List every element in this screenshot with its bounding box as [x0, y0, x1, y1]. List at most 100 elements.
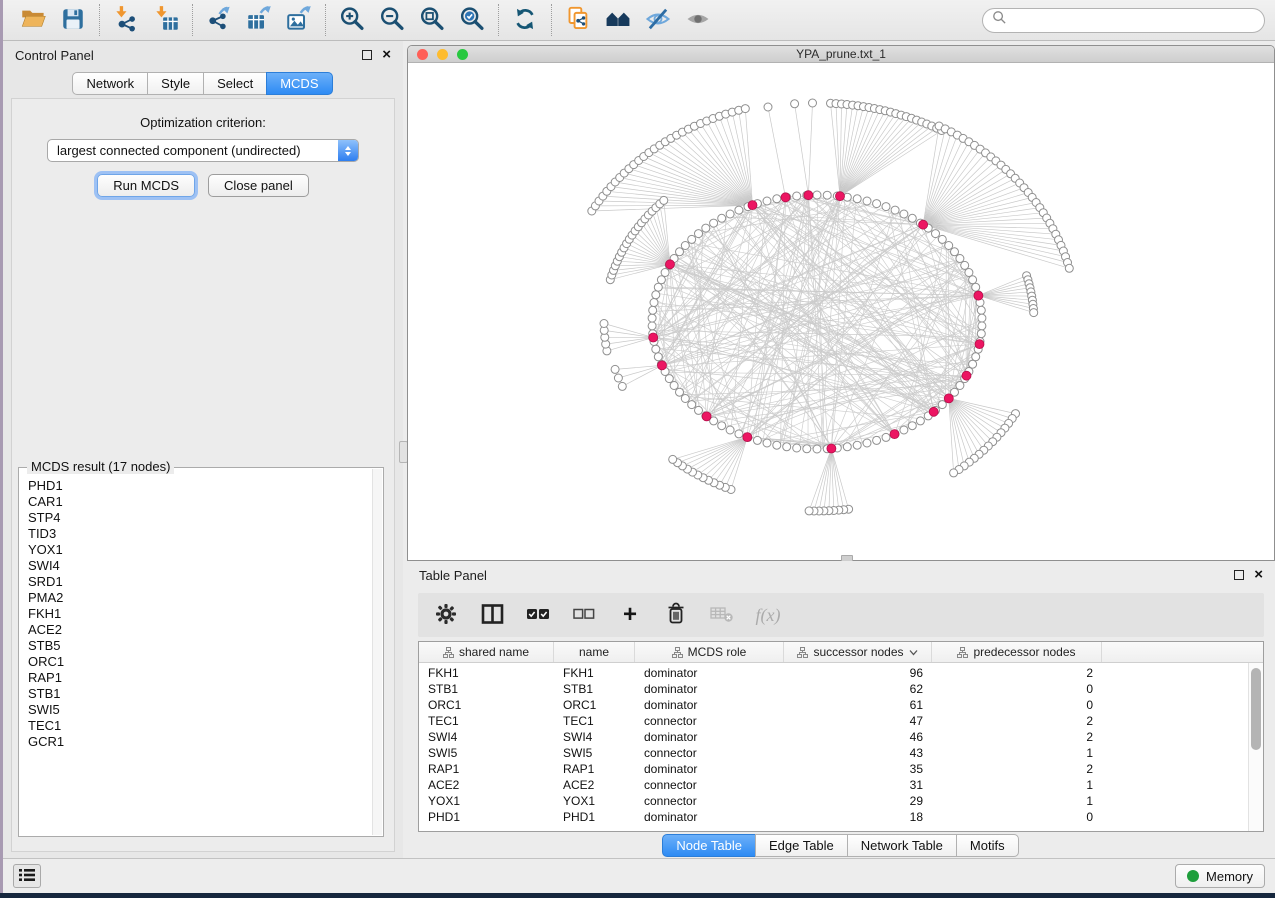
open-file-button[interactable]: [13, 3, 53, 37]
mcds-node-item[interactable]: ACE2: [20, 622, 372, 638]
cell-predecessor-nodes: 0: [932, 698, 1102, 712]
import-table-button[interactable]: [146, 3, 186, 37]
table-row[interactable]: YOX1YOX1connector291: [419, 793, 1248, 809]
table-row[interactable]: STB1STB1dominator620: [419, 681, 1248, 697]
table-scrollbar-thumb[interactable]: [1251, 668, 1261, 750]
table-row[interactable]: TEC1TEC1connector472: [419, 713, 1248, 729]
zoom-out-button[interactable]: [372, 3, 412, 37]
mcds-node-item[interactable]: TEC1: [20, 718, 372, 734]
delete-column-button[interactable]: [663, 602, 689, 628]
tab-network-table[interactable]: Network Table: [847, 834, 957, 857]
table-row[interactable]: SWI4SWI4dominator462: [419, 729, 1248, 745]
columns-icon: [481, 603, 504, 628]
import-table-icon: [153, 5, 180, 35]
tab-style[interactable]: Style: [147, 72, 204, 95]
table-row[interactable]: PHD1PHD1dominator180: [419, 809, 1248, 825]
export-network-button[interactable]: [199, 3, 239, 37]
mcds-list-scrollbar[interactable]: [372, 469, 382, 835]
mcds-node-item[interactable]: RAP1: [20, 670, 372, 686]
mcds-node-item[interactable]: STB5: [20, 638, 372, 654]
export-table-button[interactable]: [239, 3, 279, 37]
float-panel-icon[interactable]: [1234, 570, 1244, 580]
column-header-successor-nodes[interactable]: successor nodes: [784, 642, 932, 662]
hide-selected-button[interactable]: [638, 3, 678, 37]
network-view-window: YPA_prune.txt_1: [407, 45, 1275, 561]
cell-shared-name: YOX1: [419, 794, 554, 808]
add-column-button[interactable]: +: [617, 602, 643, 628]
run-mcds-button[interactable]: Run MCDS: [97, 174, 195, 197]
delete-table-button[interactable]: [709, 602, 735, 628]
mcds-node-item[interactable]: TID3: [20, 526, 372, 542]
mac-zoom-button[interactable]: [457, 49, 468, 60]
column-header-shared-name[interactable]: shared name: [419, 642, 554, 662]
show-panels-button[interactable]: [13, 864, 41, 888]
tab-edge-table[interactable]: Edge Table: [755, 834, 848, 857]
search-input[interactable]: [1013, 13, 1255, 28]
table-row[interactable]: FKH1FKH1dominator962: [419, 665, 1248, 681]
tab-mcds[interactable]: MCDS: [266, 72, 332, 95]
duplicate-network-button[interactable]: [558, 3, 598, 37]
refresh-button[interactable]: [505, 3, 545, 37]
deselect-all-rows-button[interactable]: [571, 602, 597, 628]
mac-minimize-button[interactable]: [437, 49, 448, 60]
show-all-button[interactable]: [678, 3, 718, 37]
float-panel-icon[interactable]: [362, 50, 372, 60]
tab-node-table[interactable]: Node Table: [662, 834, 756, 857]
close-panel-button[interactable]: Close panel: [208, 174, 309, 197]
network-window-titlebar[interactable]: YPA_prune.txt_1: [408, 46, 1274, 63]
table-row[interactable]: RAP1RAP1dominator352: [419, 761, 1248, 777]
column-header-predecessor-nodes[interactable]: predecessor nodes: [932, 642, 1102, 662]
close-panel-icon[interactable]: ×: [1254, 570, 1263, 580]
main-toolbar: [3, 0, 1275, 41]
mcds-node-item[interactable]: PHD1: [20, 478, 372, 494]
tab-select[interactable]: Select: [203, 72, 267, 95]
zoom-fit-button[interactable]: [412, 3, 452, 37]
save-session-button[interactable]: [53, 3, 93, 37]
column-header-MCDS-role[interactable]: MCDS role: [635, 642, 784, 662]
save-icon: [60, 6, 86, 35]
mac-close-button[interactable]: [417, 49, 428, 60]
mcds-node-item[interactable]: PMA2: [20, 590, 372, 606]
table-settings-button[interactable]: [433, 602, 459, 628]
zoom-in-button[interactable]: [332, 3, 372, 37]
show-columns-button[interactable]: [479, 602, 505, 628]
cell-name: SWI4: [554, 730, 635, 744]
mcds-node-item[interactable]: FKH1: [20, 606, 372, 622]
first-neighbors-button[interactable]: [598, 3, 638, 37]
tab-network[interactable]: Network: [72, 72, 148, 95]
cell-shared-name: SWI5: [419, 746, 554, 760]
table-row[interactable]: ORC1ORC1dominator610: [419, 697, 1248, 713]
mcds-node-item[interactable]: SWI5: [20, 702, 372, 718]
first-neighbors-icon: [604, 5, 632, 36]
criterion-dropdown[interactable]: largest connected component (undirected): [47, 139, 359, 162]
tab-motifs[interactable]: Motifs: [956, 834, 1019, 857]
mcds-node-item[interactable]: ORC1: [20, 654, 372, 670]
delete-table-icon: [710, 605, 734, 626]
table-row[interactable]: SWI5SWI5connector431: [419, 745, 1248, 761]
zoom-fit-icon: [418, 5, 446, 36]
network-canvas[interactable]: [408, 63, 1274, 560]
table-row[interactable]: ACE2ACE2connector311: [419, 777, 1248, 793]
apply-function-button[interactable]: f(x): [755, 602, 781, 628]
cell-successor-nodes: 61: [784, 698, 932, 712]
import-network-button[interactable]: [106, 3, 146, 37]
mcds-node-item[interactable]: GCR1: [20, 734, 372, 750]
mcds-node-item[interactable]: SRD1: [20, 574, 372, 590]
close-panel-icon[interactable]: ×: [382, 50, 391, 60]
mcds-node-item[interactable]: SWI4: [20, 558, 372, 574]
select-all-rows-button[interactable]: [525, 602, 551, 628]
mcds-node-item[interactable]: CAR1: [20, 494, 372, 510]
table-scrollbar[interactable]: [1248, 663, 1263, 831]
mcds-node-item[interactable]: STP4: [20, 510, 372, 526]
mcds-node-item[interactable]: STB1: [20, 686, 372, 702]
toolbar-separator: [99, 4, 100, 36]
zoom-selected-button[interactable]: [452, 3, 492, 37]
export-image-button[interactable]: [279, 3, 319, 37]
mcds-node-item[interactable]: YOX1: [20, 542, 372, 558]
cell-shared-name: ACE2: [419, 778, 554, 792]
memory-button[interactable]: Memory: [1175, 864, 1265, 888]
cell-shared-name: PHD1: [419, 810, 554, 824]
column-header-name[interactable]: name: [554, 642, 635, 662]
toolbar-separator: [325, 4, 326, 36]
cell-successor-nodes: 35: [784, 762, 932, 776]
